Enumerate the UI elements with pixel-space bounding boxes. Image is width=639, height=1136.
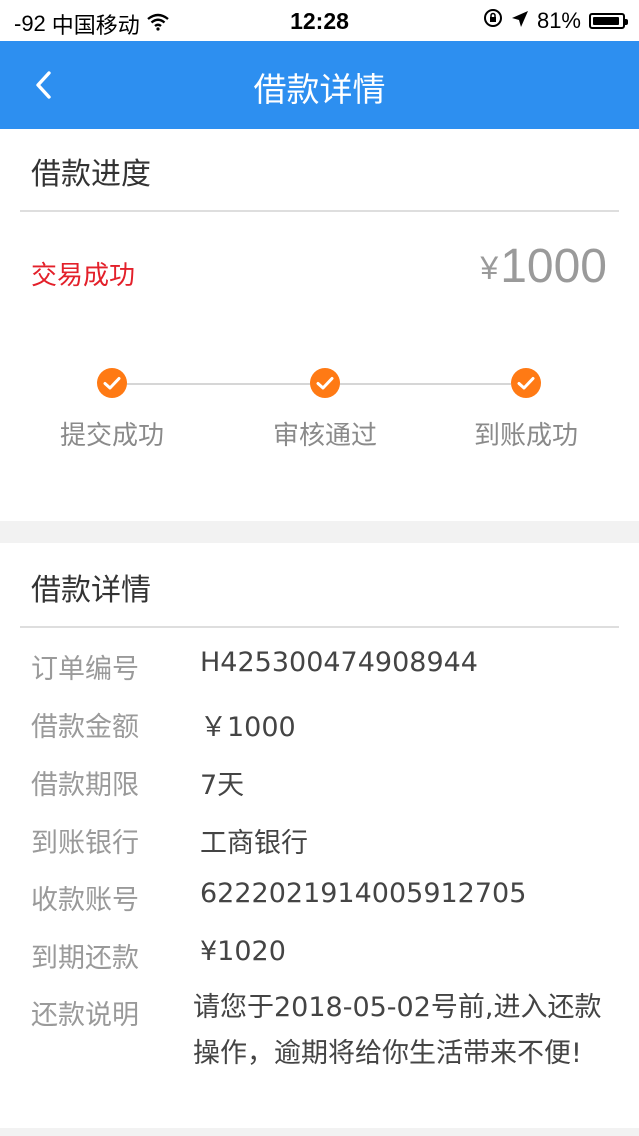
battery-percent: 81% <box>536 8 581 33</box>
loan-term-value: 7天 <box>200 770 245 801</box>
divider <box>20 626 619 628</box>
status-right: 81% <box>483 8 628 34</box>
divider <box>20 210 619 212</box>
due-repayment-value: ¥1020 <box>200 936 286 967</box>
location-arrow-icon <box>511 8 529 34</box>
loan-amount-value: ￥1000 <box>200 712 296 743</box>
repayment-note-value: 请您于2018-05-02号前,进入还款操作，逾期将给你生活带来不便! <box>193 992 602 1069</box>
progress-section-title: 借款进度 <box>31 157 151 192</box>
order-number-label: 订单编号 <box>31 654 139 685</box>
currency-symbol: ¥ <box>480 250 499 286</box>
loan-progress-card: 借款进度 交易成功 ¥1000 提交成功 审核通过 到账成功 <box>0 129 639 521</box>
due-repayment-label: 到期还款 <box>31 943 139 974</box>
step-complete-icon <box>511 368 541 398</box>
rotation-lock-icon <box>483 8 503 34</box>
step-connector <box>126 383 311 385</box>
loan-amount-label: 借款金额 <box>31 712 139 743</box>
page-title: 借款详情 <box>253 70 386 109</box>
order-number-value: H425300474908944 <box>200 647 478 678</box>
loan-amount: ¥1000 <box>480 239 607 294</box>
step-label-approved: 审核通过 <box>272 421 377 451</box>
bank-label: 到账银行 <box>31 828 139 859</box>
account-number-label: 收款账号 <box>31 885 139 916</box>
loan-details-card: 借款详情 订单编号 H425300474908944 借款金额 ￥1000 借款… <box>0 543 639 1128</box>
battery-icon <box>589 13 628 29</box>
nav-bar: 借款详情 <box>0 41 639 129</box>
amount-value: 1000 <box>500 240 607 293</box>
account-number-value: 6222021914005912705 <box>200 878 527 909</box>
bank-value: 工商银行 <box>200 828 308 859</box>
step-connector <box>339 383 511 385</box>
step-complete-icon <box>310 368 340 398</box>
loan-term-label: 借款期限 <box>31 770 139 801</box>
repayment-note-label: 还款说明 <box>31 1000 139 1031</box>
step-label-submitted: 提交成功 <box>59 421 164 451</box>
step-complete-icon <box>97 368 127 398</box>
transaction-status: 交易成功 <box>31 261 136 291</box>
details-section-title: 借款详情 <box>31 573 151 608</box>
step-label-received: 到账成功 <box>473 421 578 451</box>
status-bar: -92 中国移动 12:28 81% <box>0 0 639 41</box>
